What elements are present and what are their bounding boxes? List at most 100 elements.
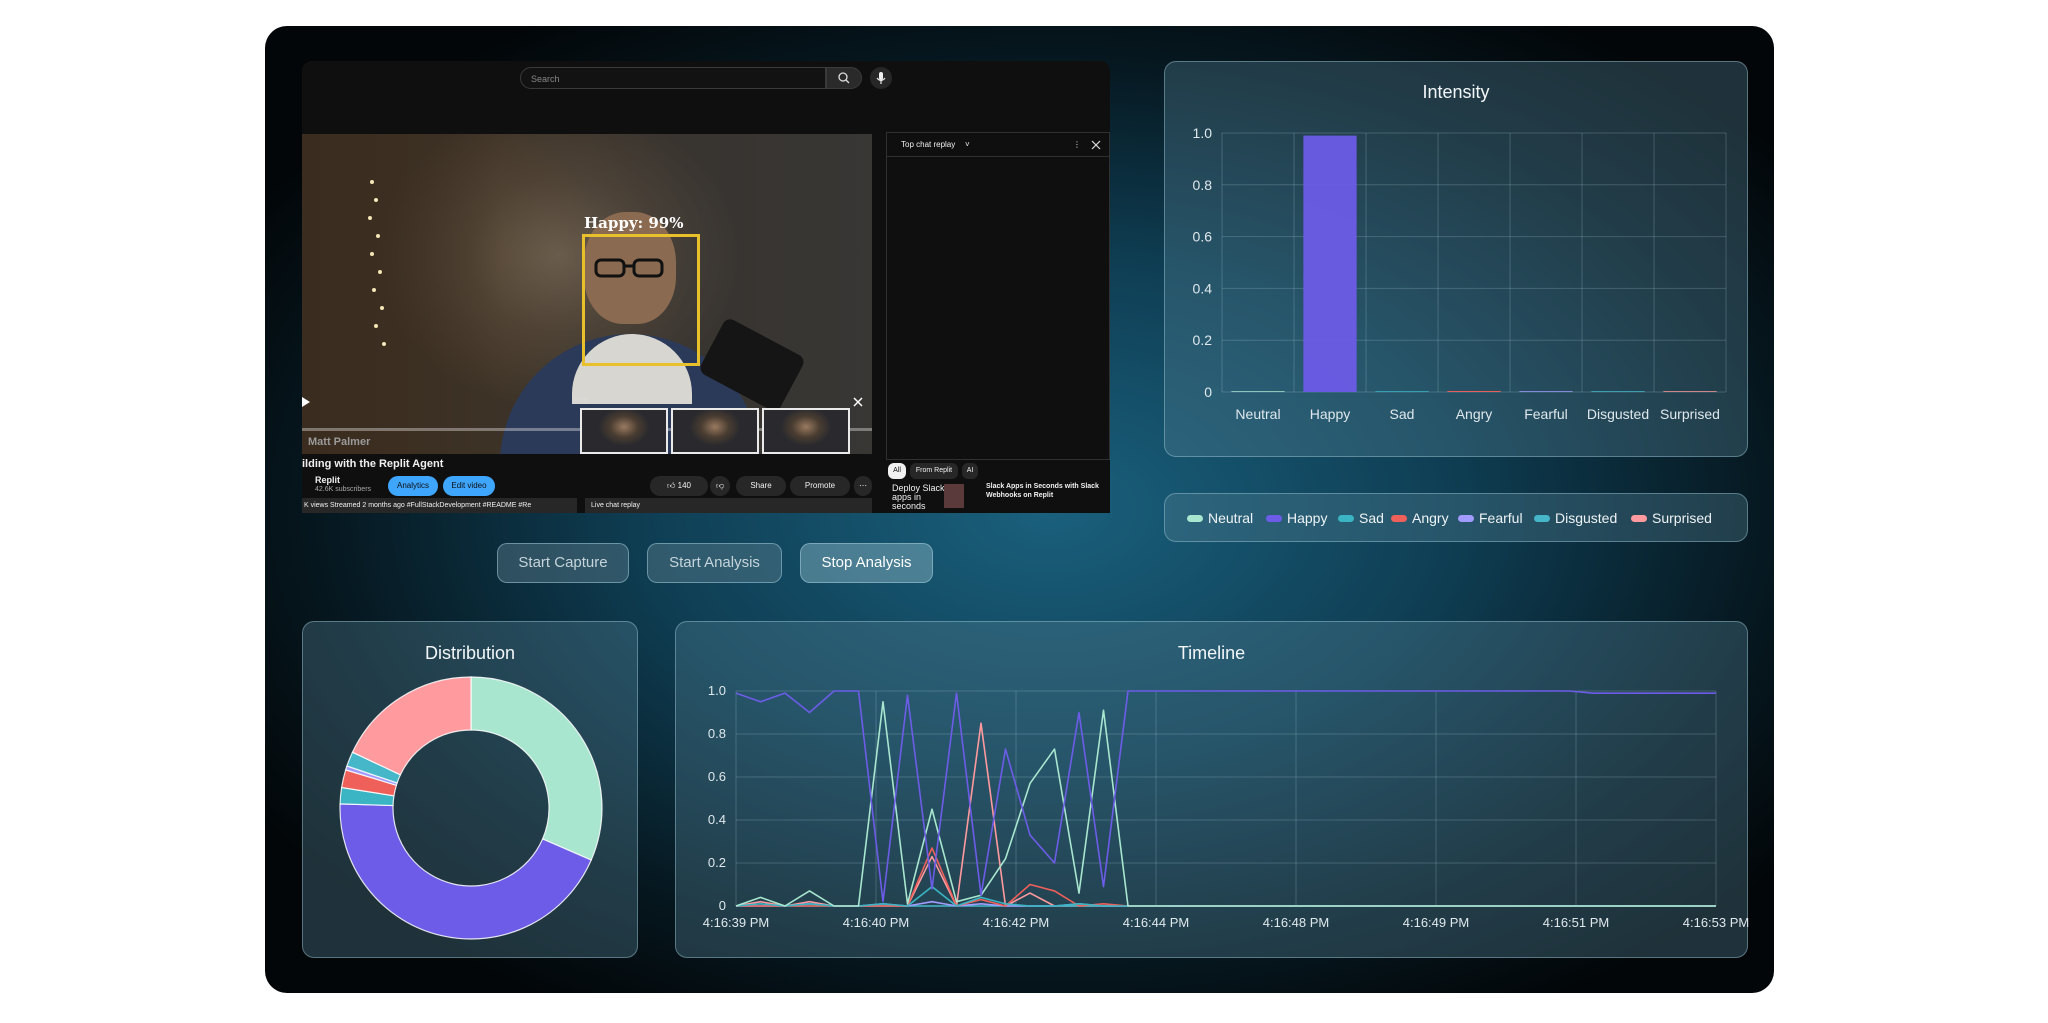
bar-fearful [1519,391,1573,392]
video-player[interactable]: Happy: 99% 0:00 Matt Palmer [302,134,872,454]
distribution-chart [339,676,603,940]
legend-item-happy[interactable]: Happy [1266,510,1327,526]
video-title: ilding with the Replit Agent [302,458,444,470]
distribution-panel: Distribution [302,621,638,958]
views-text: K views Streamed 2 months ago #FullStack… [302,498,577,513]
x-tick-label: 4:16:49 PM [1403,915,1470,930]
thumbnail-frame[interactable] [671,408,759,454]
y-tick-label: 0.8 [708,726,726,741]
analytics-button[interactable]: Analytics [388,476,438,496]
legend-swatch [1266,514,1282,522]
slice-neutral [470,676,603,861]
more-icon[interactable]: ⋯ [854,476,872,496]
promote-button[interactable]: Promote [790,476,850,496]
video-capture-preview: Search Happy: 99% 0:00 Matt Palmer ildin… [302,61,1110,513]
search-icon [838,72,850,84]
video-meta: ilding with the Replit Agent Replit 42.6… [302,456,872,513]
subscriber-count: 42.6K subscribers [315,486,372,493]
legend-label: Fearful [1479,510,1523,526]
live-chat-replay[interactable]: Live chat replay [585,498,872,513]
timeline-panel: Timeline 0 0.2 0.4 0.6 0.8 1.0 4:16:39 PM 4:16:… [675,621,1749,958]
legend-label: Disgusted [1555,510,1618,526]
chat-header-label: Top chat replay [901,140,956,149]
y-tick-label: 0.2 [1193,332,1213,348]
time-code: 0:00 [574,398,588,405]
thumbs-up-icon: 👍︎ [667,481,676,490]
stop-analysis-button[interactable]: Stop Analysis [800,543,933,583]
legend-label: Happy [1287,510,1328,526]
x-tick-label: 4:16:48 PM [1263,915,1330,930]
legend-item-angry[interactable]: Angry [1391,510,1449,526]
legend-label: Sad [1359,510,1384,526]
more-vert-icon[interactable]: ⋮ [1073,133,1081,157]
x-tick-label: Fearful [1524,406,1568,422]
legend-swatch [1458,514,1474,522]
start-capture-button[interactable]: Start Capture [497,543,629,583]
y-tick-label: 1.0 [1193,125,1213,141]
bar-happy [1303,135,1357,392]
dislike-button[interactable]: 👎︎ [710,476,730,496]
legend-swatch [1631,514,1647,522]
y-tick-label: 0.6 [1193,229,1213,245]
legend-panel: Neutral Happy Sad Angry Fearful Disgusted Surp… [1164,493,1748,542]
close-icon[interactable] [852,396,864,408]
x-tick-label: 4:16:40 PM [843,915,910,930]
legend-item-surprised[interactable]: Surprised [1631,510,1712,526]
youtube-topbar: Search [302,61,1110,107]
chat-filter-bar: All From Replit AI Deploy Slack apps in … [886,460,1110,513]
chip-from-replit[interactable]: From Replit [910,463,958,479]
y-tick-label: 0 [1204,384,1212,400]
legend-swatch [1534,514,1550,522]
app-frame: Search Happy: 99% 0:00 Matt Palmer ildin… [265,26,1774,993]
channel-name[interactable]: Replit [315,475,340,485]
chip-ai[interactable]: AI [962,463,978,479]
x-tick-label: Angry [1456,406,1493,422]
chat-panel: Top chat replay ˅ ⋮ [886,132,1110,460]
y-tick-label: 0.4 [708,812,726,827]
x-tick-label: 4:16:53 PM [1683,915,1749,930]
legend-item-sad[interactable]: Sad [1338,510,1384,526]
edit-video-button[interactable]: Edit video [443,476,495,496]
search-input[interactable]: Search [520,67,826,89]
mic-icon [876,72,886,84]
y-tick-label: 0.8 [1193,177,1213,193]
detection-label: Happy: 99% [584,214,684,232]
share-button[interactable]: Share [736,476,786,496]
frame-thumbnails [580,408,872,454]
chevron-down-icon: ˅ [965,140,970,149]
promo-text[interactable]: Slack Apps in Seconds with Slack Webhook… [986,482,1104,500]
chip-all[interactable]: All [888,463,906,479]
legend-item-disgusted[interactable]: Disgusted [1534,510,1617,526]
legend-item-neutral[interactable]: Neutral [1187,510,1253,526]
x-tick-label: 4:16:39 PM [703,915,770,930]
presenter-name: Matt Palmer [308,436,371,448]
intensity-panel: Intensity 0 0.2 0.4 0.6 0.8 1.0 Neutral Happy Sa… [1164,61,1748,457]
x-tick-label: Sad [1390,406,1415,422]
search-button[interactable] [826,67,862,89]
legend-label: Surprised [1652,510,1712,526]
start-analysis-button[interactable]: Start Analysis [647,543,782,583]
legend: Neutral Happy Sad Angry Fearful Disgusted Surp… [1187,510,1747,526]
legend-item-fearful[interactable]: Fearful [1458,510,1523,526]
promo-thumbnail[interactable] [944,484,964,508]
close-icon[interactable] [1091,140,1101,150]
y-tick-label: 0.6 [708,769,726,784]
thumbs-down-icon: 👎︎ [715,481,725,490]
face-detection-box [582,234,700,366]
bar-angry [1447,390,1501,392]
series-line-happy [735,690,1716,903]
x-tick-label: 4:16:51 PM [1543,915,1610,930]
series-line-neutral [735,700,1716,907]
bar-surprised [1663,391,1717,392]
thumbnail-frame[interactable] [762,408,850,454]
chat-header[interactable]: Top chat replay ˅ ⋮ [887,133,1109,157]
legend-label: Neutral [1208,510,1254,526]
bar-sad [1375,391,1429,392]
y-tick-label: 0.4 [1193,280,1213,296]
slice-surprised [351,676,472,776]
play-icon[interactable] [302,396,312,408]
x-tick-label: 4:16:44 PM [1123,915,1190,930]
like-button[interactable]: 👍︎ 140 [650,476,708,496]
mic-button[interactable] [870,67,892,89]
thumbnail-frame[interactable] [580,408,668,454]
